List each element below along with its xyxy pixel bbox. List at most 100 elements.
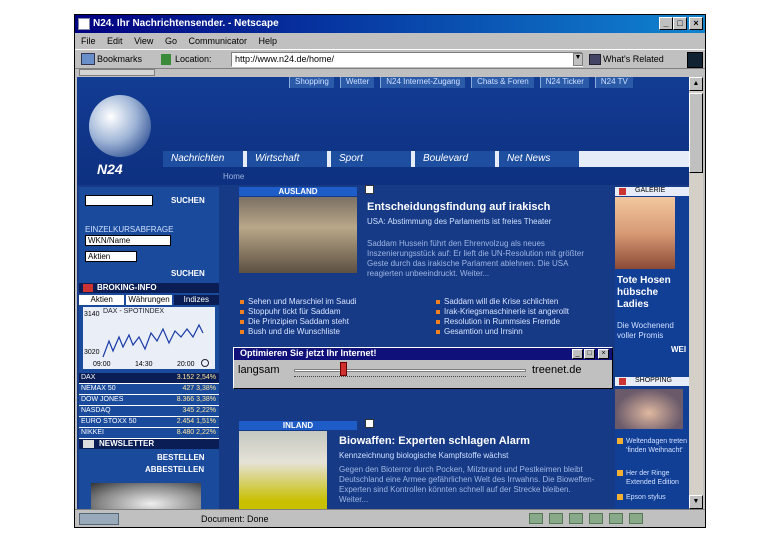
nav-sport[interactable]: Sport bbox=[331, 151, 415, 167]
maximize-button[interactable]: □ bbox=[673, 17, 687, 30]
popup-speed-track[interactable] bbox=[294, 369, 526, 372]
chart-line bbox=[102, 323, 204, 358]
nav-wirtschaft[interactable]: Wirtschaft bbox=[247, 151, 331, 167]
site-header: N24 Shopping Wetter N24 Internet-Zugang … bbox=[77, 77, 689, 185]
shop-item[interactable]: Her der Ringe Extended Edition bbox=[617, 469, 689, 487]
vertical-scrollbar[interactable]: ▲ ▼ bbox=[689, 77, 703, 509]
personal-toolbar bbox=[75, 69, 705, 77]
article2-subtitle: Kennzeichnung biologische Kampfstoffe wä… bbox=[339, 451, 509, 460]
gallery-more-link[interactable]: WEI bbox=[671, 345, 686, 354]
popup-maximize-button[interactable]: □ bbox=[584, 349, 595, 359]
search-input[interactable] bbox=[85, 195, 153, 206]
security-icon[interactable] bbox=[79, 513, 119, 525]
menu-go[interactable]: Go bbox=[165, 36, 177, 46]
article2-headline[interactable]: Biowaffen: Experten schlagen Alarm bbox=[339, 435, 530, 447]
article1-image[interactable] bbox=[239, 197, 357, 273]
stock-search-button[interactable]: SUCHEN bbox=[171, 269, 205, 278]
nav-boulevard[interactable]: Boulevard bbox=[415, 151, 499, 167]
print-icon[interactable] bbox=[365, 185, 374, 194]
unsubscribe-button[interactable]: ABBESTELLEN bbox=[145, 465, 204, 474]
menu-edit[interactable]: Edit bbox=[107, 36, 123, 46]
tab-aktien[interactable]: Aktien bbox=[79, 295, 125, 305]
search-button[interactable]: SUCHEN bbox=[171, 196, 205, 205]
url-dropdown-icon[interactable]: ▼ bbox=[573, 53, 583, 66]
related-link[interactable]: Stoppuhr tickt für Saddam bbox=[239, 307, 435, 316]
toplink-chats[interactable]: Chats & Foren bbox=[471, 77, 534, 88]
stock-query-input[interactable]: WKN/Name bbox=[85, 235, 171, 246]
toplink-tv[interactable]: N24 TV bbox=[594, 77, 633, 88]
gallery-text: Die Wochenend voller Promis bbox=[617, 321, 674, 340]
nav-nachrichten[interactable]: Nachrichten bbox=[163, 151, 247, 167]
newsletter-title: NEWSLETTER bbox=[99, 439, 155, 448]
navigator-icon[interactable] bbox=[529, 513, 543, 524]
site-logo[interactable]: N24 bbox=[97, 161, 123, 177]
related-link[interactable]: Gesamtion und Irrsinn bbox=[435, 327, 631, 336]
menu-communicator[interactable]: Communicator bbox=[188, 36, 247, 46]
tab-waehrungen[interactable]: Währungen bbox=[126, 295, 172, 305]
ticker-row[interactable]: DAX 3.152 2,54% bbox=[79, 373, 219, 384]
breadcrumb[interactable]: Home bbox=[223, 172, 244, 181]
ticker-row[interactable]: NASDAQ 345 2,22% bbox=[79, 406, 219, 417]
newsletter-header: NEWSLETTER bbox=[79, 439, 219, 449]
menu-file[interactable]: File bbox=[81, 36, 96, 46]
article2-image[interactable] bbox=[239, 431, 327, 509]
related-link[interactable]: Irak-Kriegsmaschinerie ist angerollt bbox=[435, 307, 631, 316]
related-link[interactable]: Die Prinzipien Saddam steht bbox=[239, 317, 435, 326]
address-book-icon[interactable] bbox=[609, 513, 623, 524]
whats-related-icon bbox=[589, 54, 601, 65]
scroll-up-icon[interactable]: ▲ bbox=[689, 77, 703, 91]
gallery-title[interactable]: Tote Hosen hübsche Ladies bbox=[617, 275, 689, 311]
tab-indizes[interactable]: Indizes bbox=[173, 295, 219, 305]
shopping-image[interactable] bbox=[615, 389, 683, 429]
chart-x-0900: 09:00 bbox=[93, 361, 111, 368]
toolbar-tab[interactable] bbox=[79, 69, 155, 76]
minimize-button[interactable]: _ bbox=[659, 17, 673, 30]
title-bar: N24. Ihr Nachrichtensender. - Netscape _… bbox=[75, 15, 705, 33]
gallery-image[interactable] bbox=[615, 197, 675, 269]
asset-type-select[interactable]: Aktien bbox=[85, 251, 137, 262]
article1-headline[interactable]: Entscheidungsfindung auf irakisch bbox=[367, 201, 550, 213]
popup-speed-slider[interactable] bbox=[340, 362, 347, 376]
close-button[interactable]: × bbox=[689, 17, 703, 30]
popup-brand[interactable]: treenet.de bbox=[532, 364, 582, 376]
bookmarks-button[interactable]: Bookmarks bbox=[97, 54, 142, 64]
left-column: SUCHEN EINZELKURSABFRAGE WKN/Name Aktien… bbox=[79, 187, 219, 509]
toplink-shopping[interactable]: Shopping bbox=[289, 77, 334, 88]
shop-item[interactable]: Epson stylus bbox=[617, 493, 689, 502]
scroll-down-icon[interactable]: ▼ bbox=[689, 495, 703, 509]
toplink-internet[interactable]: N24 Internet-Zugang bbox=[380, 77, 466, 88]
whats-related-button[interactable]: What's Related bbox=[603, 54, 664, 64]
ticker-row[interactable]: NEMAX 50 427 3,38% bbox=[79, 384, 219, 395]
print-icon[interactable] bbox=[365, 419, 374, 428]
toplink-wetter[interactable]: Wetter bbox=[339, 77, 375, 88]
related-link[interactable]: Bush und die Wunschliste bbox=[239, 327, 435, 336]
related-link[interactable]: Saddam will die Krise schlichten bbox=[435, 297, 631, 306]
popup-minimize-button[interactable]: _ bbox=[572, 349, 583, 359]
toplink-ticker[interactable]: N24 Ticker bbox=[539, 77, 589, 88]
nav-netnews[interactable]: Net News bbox=[499, 151, 583, 167]
composer-icon[interactable] bbox=[569, 513, 583, 524]
scroll-thumb[interactable] bbox=[689, 93, 703, 173]
envelope-icon bbox=[83, 440, 94, 448]
menu-view[interactable]: View bbox=[134, 36, 153, 46]
related-link[interactable]: Resolution in Rummsies Fremde bbox=[435, 317, 631, 326]
newsgroup-icon[interactable] bbox=[589, 513, 603, 524]
subscribe-button[interactable]: BESTELLEN bbox=[157, 453, 205, 462]
aim-icon[interactable] bbox=[629, 513, 643, 524]
shopping-header: SHOPPING bbox=[615, 377, 689, 386]
page-viewport: N24 Shopping Wetter N24 Internet-Zugang … bbox=[77, 77, 689, 509]
url-field[interactable]: http://www.n24.de/home/ bbox=[231, 52, 583, 67]
popup-close-button[interactable]: × bbox=[598, 349, 609, 359]
zoom-icon[interactable] bbox=[201, 359, 209, 367]
mail-icon[interactable] bbox=[549, 513, 563, 524]
section-ausland: AUSLAND bbox=[239, 187, 357, 196]
main-nav: Nachrichten Wirtschaft Sport Boulevard N… bbox=[163, 151, 689, 167]
location-label: Location: bbox=[175, 54, 212, 64]
ticker-row[interactable]: NIKKEI 8.480 2,22% bbox=[79, 428, 219, 439]
ticker-row[interactable]: EURO STOXX 50 2.454 1,51% bbox=[79, 417, 219, 428]
shop-item[interactable]: Weltendagen treten 'finden Weihnacht' bbox=[617, 437, 689, 455]
section-inland: INLAND bbox=[239, 421, 357, 430]
ticker-row[interactable]: DOW JONES 8.366 3,38% bbox=[79, 395, 219, 406]
related-link[interactable]: Sehen und Marschiel im Saudi bbox=[239, 297, 435, 306]
menu-help[interactable]: Help bbox=[259, 36, 278, 46]
